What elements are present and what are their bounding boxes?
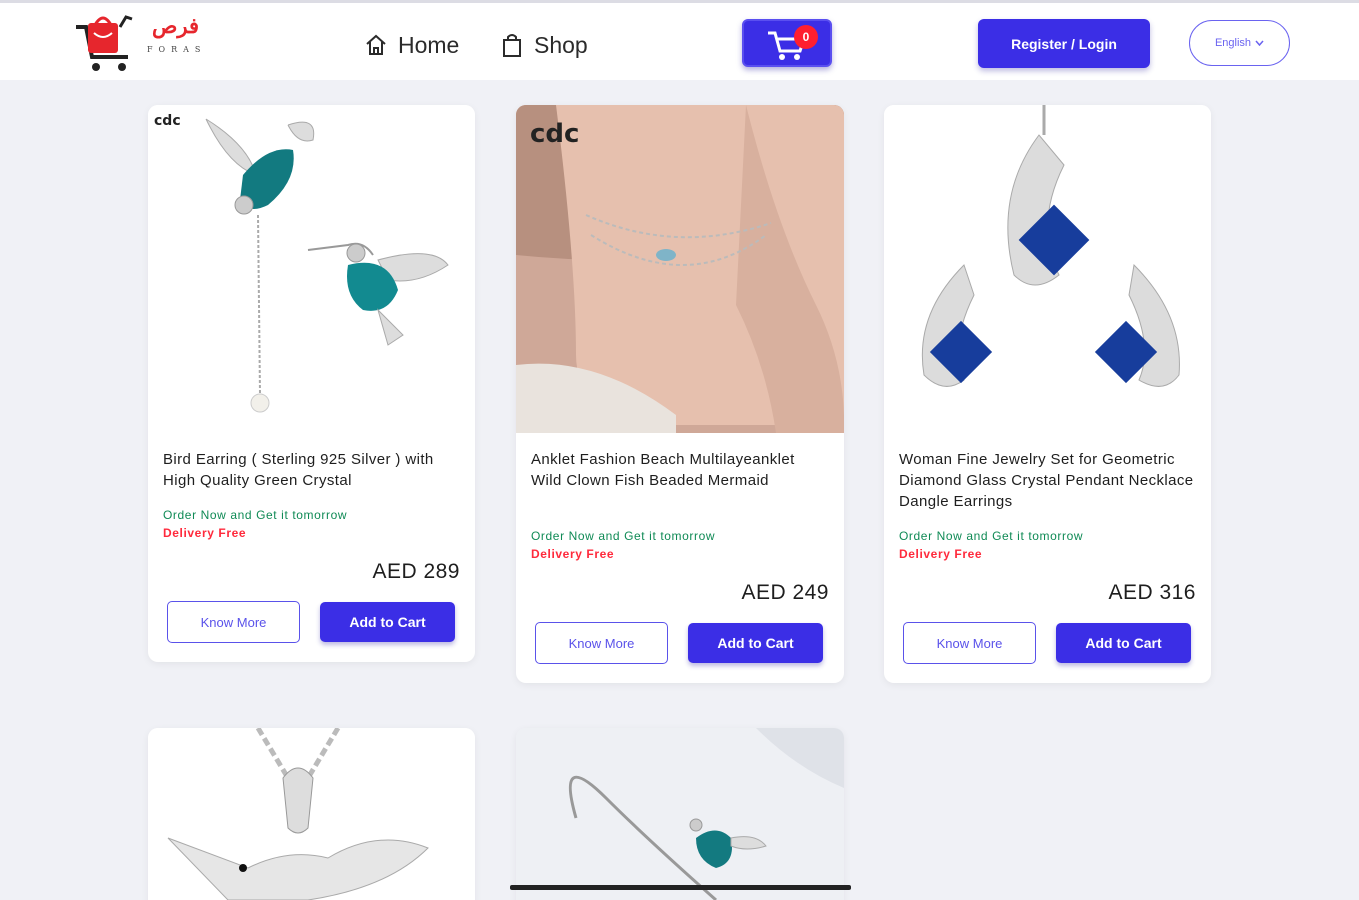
know-more-button[interactable]: Know More xyxy=(903,622,1036,664)
order-now-text: Order Now and Get it tomorrow xyxy=(163,508,348,522)
cart-logo-icon xyxy=(76,15,133,71)
add-to-cart-button[interactable]: Add to Cart xyxy=(320,602,455,642)
order-now-text: Order Now and Get it tomorrow xyxy=(899,529,1084,543)
chevron-down-icon xyxy=(1255,37,1264,49)
product-image[interactable] xyxy=(516,728,844,900)
delivery-free-text: Delivery Free xyxy=(899,547,983,561)
nav-shop-link[interactable]: Shop xyxy=(500,29,588,61)
cart-count-badge: 0 xyxy=(794,25,818,49)
logo-latin-text: FORAS xyxy=(147,45,207,54)
product-title[interactable]: Anklet Fashion Beach Multilayeanklet Wil… xyxy=(531,449,829,491)
nav-home-label: Home xyxy=(398,31,460,58)
product-image[interactable] xyxy=(884,105,1211,435)
product-card xyxy=(516,728,844,900)
product-card: cdc Anklet Fashion Beach Multilayeanklet… xyxy=(516,105,844,683)
home-icon xyxy=(364,33,388,57)
register-login-button[interactable]: Register / Login xyxy=(978,19,1150,68)
brand-mark: cdc xyxy=(154,113,181,129)
product-card: cdc Bird Earring ( Sterling 925 Silver )… xyxy=(148,105,475,662)
product-price: AED 249 xyxy=(741,581,829,604)
product-image[interactable]: cdc xyxy=(516,105,844,433)
nav-home-link[interactable]: Home xyxy=(364,29,459,61)
cart-button[interactable]: 0 xyxy=(742,19,832,67)
delivery-free-text: Delivery Free xyxy=(531,547,615,561)
product-image[interactable] xyxy=(148,728,475,900)
language-selected: English xyxy=(1214,37,1252,49)
product-title[interactable]: Woman Fine Jewelry Set for Geometric Dia… xyxy=(899,449,1196,512)
delivery-free-text: Delivery Free xyxy=(163,526,247,540)
order-now-text: Order Now and Get it tomorrow xyxy=(531,529,716,543)
logo-arabic-text: فرص xyxy=(152,13,200,38)
product-card: Woman Fine Jewelry Set for Geometric Dia… xyxy=(884,105,1211,683)
product-price: AED 316 xyxy=(1108,581,1196,604)
top-header: فرص FORAS Home Shop 0 Register / Login E… xyxy=(0,0,1359,80)
nav-shop-label: Shop xyxy=(534,31,588,58)
horizontal-scrollbar[interactable] xyxy=(510,885,851,890)
language-select[interactable]: English xyxy=(1189,20,1290,66)
know-more-button[interactable]: Know More xyxy=(167,601,300,643)
product-price: AED 289 xyxy=(372,560,460,583)
product-card xyxy=(148,728,475,900)
brand-mark: cdc xyxy=(530,119,580,149)
know-more-button[interactable]: Know More xyxy=(535,622,668,664)
shopping-bag-icon xyxy=(500,32,524,58)
add-to-cart-button[interactable]: Add to Cart xyxy=(688,623,823,663)
add-to-cart-button[interactable]: Add to Cart xyxy=(1056,623,1191,663)
product-title[interactable]: Bird Earring ( Sterling 925 Silver ) wit… xyxy=(163,449,460,491)
product-image[interactable]: cdc xyxy=(148,105,475,435)
